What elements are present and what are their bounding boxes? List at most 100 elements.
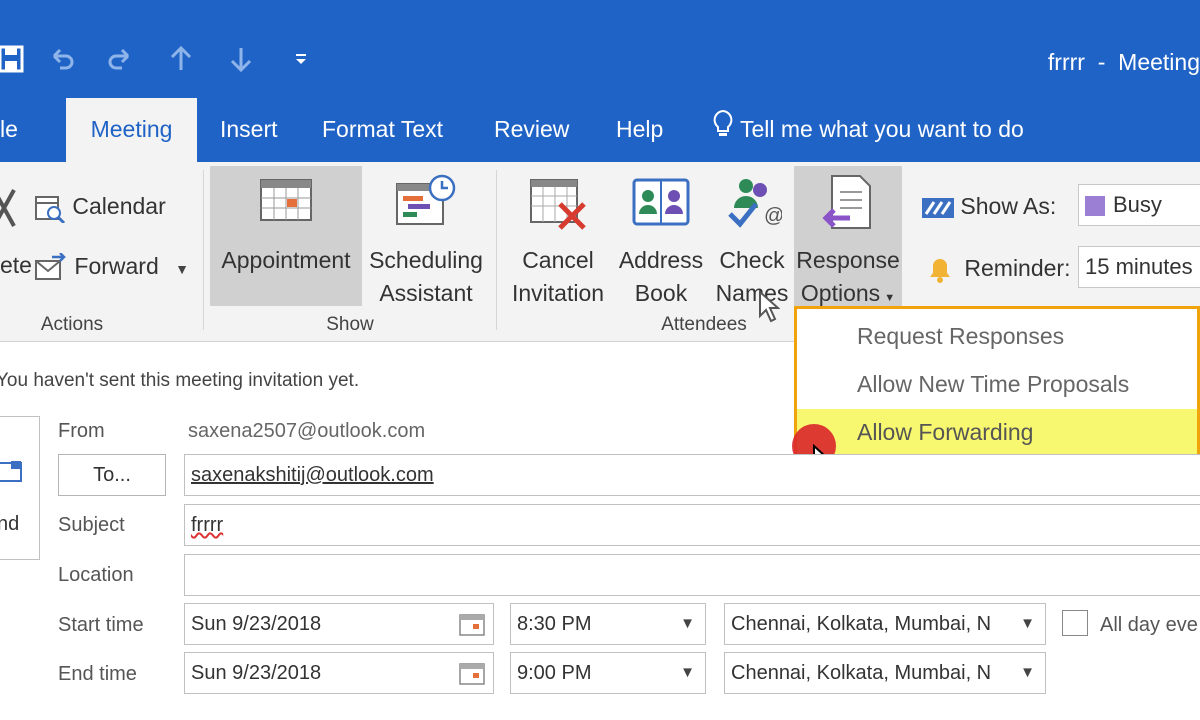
group-label-attendees: Attendees (661, 314, 747, 335)
delete-icon (0, 189, 16, 227)
down-arrow-icon[interactable] (224, 44, 258, 80)
menu-item-allow-new-time-proposals[interactable]: Allow New Time Proposals (797, 361, 1197, 407)
calendar-label: Calendar (72, 193, 166, 219)
response-options-button[interactable]: Response Options ▼ (794, 166, 902, 306)
forward-icon (35, 252, 66, 280)
send-label: nd (0, 513, 20, 535)
calendar-search-icon (35, 195, 66, 224)
appointment-calendar-icon (260, 179, 312, 221)
save-icon[interactable] (0, 44, 28, 80)
address-label-1: Address (618, 247, 704, 273)
lightbulb-icon (712, 100, 734, 162)
undo-icon[interactable] (44, 44, 78, 80)
end-timezone-select[interactable]: Chennai, Kolkata, Mumbai, N ▼ (724, 652, 1046, 694)
menu-item-request-responses[interactable]: Request Responses (797, 313, 1197, 359)
to-field[interactable]: saxenakshitij@outlook.com (184, 454, 1200, 496)
to-button-label: To... (93, 464, 131, 486)
response-label-1: Response (796, 247, 900, 273)
address-book-icon (632, 178, 690, 226)
cancel-invitation-button[interactable]: Cancel Invitation (504, 166, 612, 306)
response-options-icon (822, 175, 871, 229)
cancel-label-2: Invitation (511, 280, 605, 306)
group-label-show: Show (326, 314, 374, 335)
to-button[interactable]: To... (58, 454, 166, 496)
tab-insert[interactable]: Insert (220, 98, 278, 162)
appointment-label: Appointment (221, 247, 351, 273)
show-as-select[interactable]: Busy (1078, 184, 1200, 226)
chevron-down-icon: ▼ (884, 292, 896, 304)
title-bar: frrrr - Meeting (0, 0, 1200, 98)
from-label: From (58, 420, 105, 442)
date-picker-icon[interactable] (459, 612, 485, 636)
address-label-2: Book (634, 280, 688, 306)
chevron-down-icon: ▼ (1014, 604, 1035, 644)
tab-meeting[interactable]: Meeting (66, 98, 197, 162)
up-arrow-icon[interactable] (164, 44, 198, 80)
tab-help[interactable]: Help (616, 98, 663, 162)
scheduling-label-2: Assistant (379, 280, 473, 306)
chevron-down-icon: ▼ (175, 261, 189, 277)
customize-icon[interactable] (284, 44, 318, 80)
send-button[interactable]: nd (0, 416, 40, 560)
end-time-label: End time (58, 663, 137, 685)
show-as-control: Show As: (922, 186, 1056, 226)
redo-icon[interactable] (104, 44, 138, 80)
info-bar: You haven't sent this meeting invitation… (0, 370, 360, 391)
start-time-value: 8:30 PM (517, 613, 592, 635)
location-label: Location (58, 564, 134, 586)
show-as-label: Show As: (960, 193, 1057, 219)
delete-button[interactable]: ete (0, 172, 32, 292)
busy-swatch (1085, 196, 1105, 217)
scheduling-assistant-icon (396, 174, 456, 225)
tab-review[interactable]: Review (494, 98, 569, 162)
tab-file[interactable]: le (0, 98, 44, 162)
response-options-menu: Request Responses Allow New Time Proposa… (794, 306, 1200, 460)
end-time-select[interactable]: 9:00 PM ▼ (510, 652, 706, 694)
start-time-select[interactable]: 8:30 PM ▼ (510, 603, 706, 645)
group-separator (203, 170, 204, 330)
start-timezone-select[interactable]: Chennai, Kolkata, Mumbai, N ▼ (724, 603, 1046, 645)
tell-me-search[interactable]: Tell me what you want to do (712, 98, 1024, 162)
chevron-down-icon: ▼ (680, 664, 695, 681)
all-day-checkbox[interactable] (1062, 610, 1088, 636)
calendar-button[interactable]: Calendar (34, 186, 166, 226)
address-book-button[interactable]: Address Book (614, 166, 708, 306)
recipient-address: saxenakshitij@outlook.com (191, 464, 434, 486)
window-title: frrrr - Meeting (1047, 49, 1200, 75)
location-field[interactable] (184, 554, 1200, 596)
tab-format-text[interactable]: Format Text (322, 98, 443, 162)
menu-item-allow-forwarding[interactable]: Allow Forwarding (797, 409, 1197, 455)
start-time-label: Start time (58, 614, 144, 636)
chevron-down-icon: ▼ (1014, 653, 1035, 693)
end-date-field[interactable]: Sun 9/23/2018 (184, 652, 494, 694)
group-label-actions: Actions (40, 314, 104, 335)
appointment-button[interactable]: Appointment (210, 166, 362, 306)
scheduling-assistant-button[interactable]: Scheduling Assistant (364, 166, 488, 306)
subject-value: frrrr (191, 514, 224, 536)
subject-field[interactable]: frrrr (184, 504, 1200, 546)
forward-label: Forward (74, 253, 159, 279)
subject-label: Subject (58, 514, 125, 536)
all-day-label: All day eve (1100, 614, 1198, 636)
delete-label: ete (0, 252, 32, 278)
chevron-down-icon: ▼ (680, 615, 695, 632)
start-date-value: Sun 9/23/2018 (191, 613, 322, 635)
end-time-value: 9:00 PM (517, 662, 592, 684)
start-date-field[interactable]: Sun 9/23/2018 (184, 603, 494, 645)
mouse-cursor-icon (759, 290, 780, 323)
tell-me-text: Tell me what you want to do (740, 116, 1024, 142)
scheduling-label-1: Scheduling (369, 247, 483, 273)
show-as-icon (922, 197, 954, 218)
end-timezone-value: Chennai, Kolkata, Mumbai, N (731, 662, 992, 684)
bell-icon (930, 258, 950, 283)
cancel-invitation-icon (530, 179, 586, 230)
date-picker-icon[interactable] (459, 661, 485, 685)
reminder-select[interactable]: 15 minutes (1078, 246, 1200, 288)
from-value: saxena2507@outlook.com (188, 420, 426, 442)
check-names-button[interactable]: @ Check Names (712, 166, 792, 306)
forward-button[interactable]: Forward ▼ (34, 246, 189, 286)
reminder-label: Reminder: (964, 255, 1071, 281)
check-label-2: Names (715, 280, 789, 306)
reminder-control: Reminder: (928, 248, 1071, 288)
svg-text:@: @ (764, 205, 782, 227)
